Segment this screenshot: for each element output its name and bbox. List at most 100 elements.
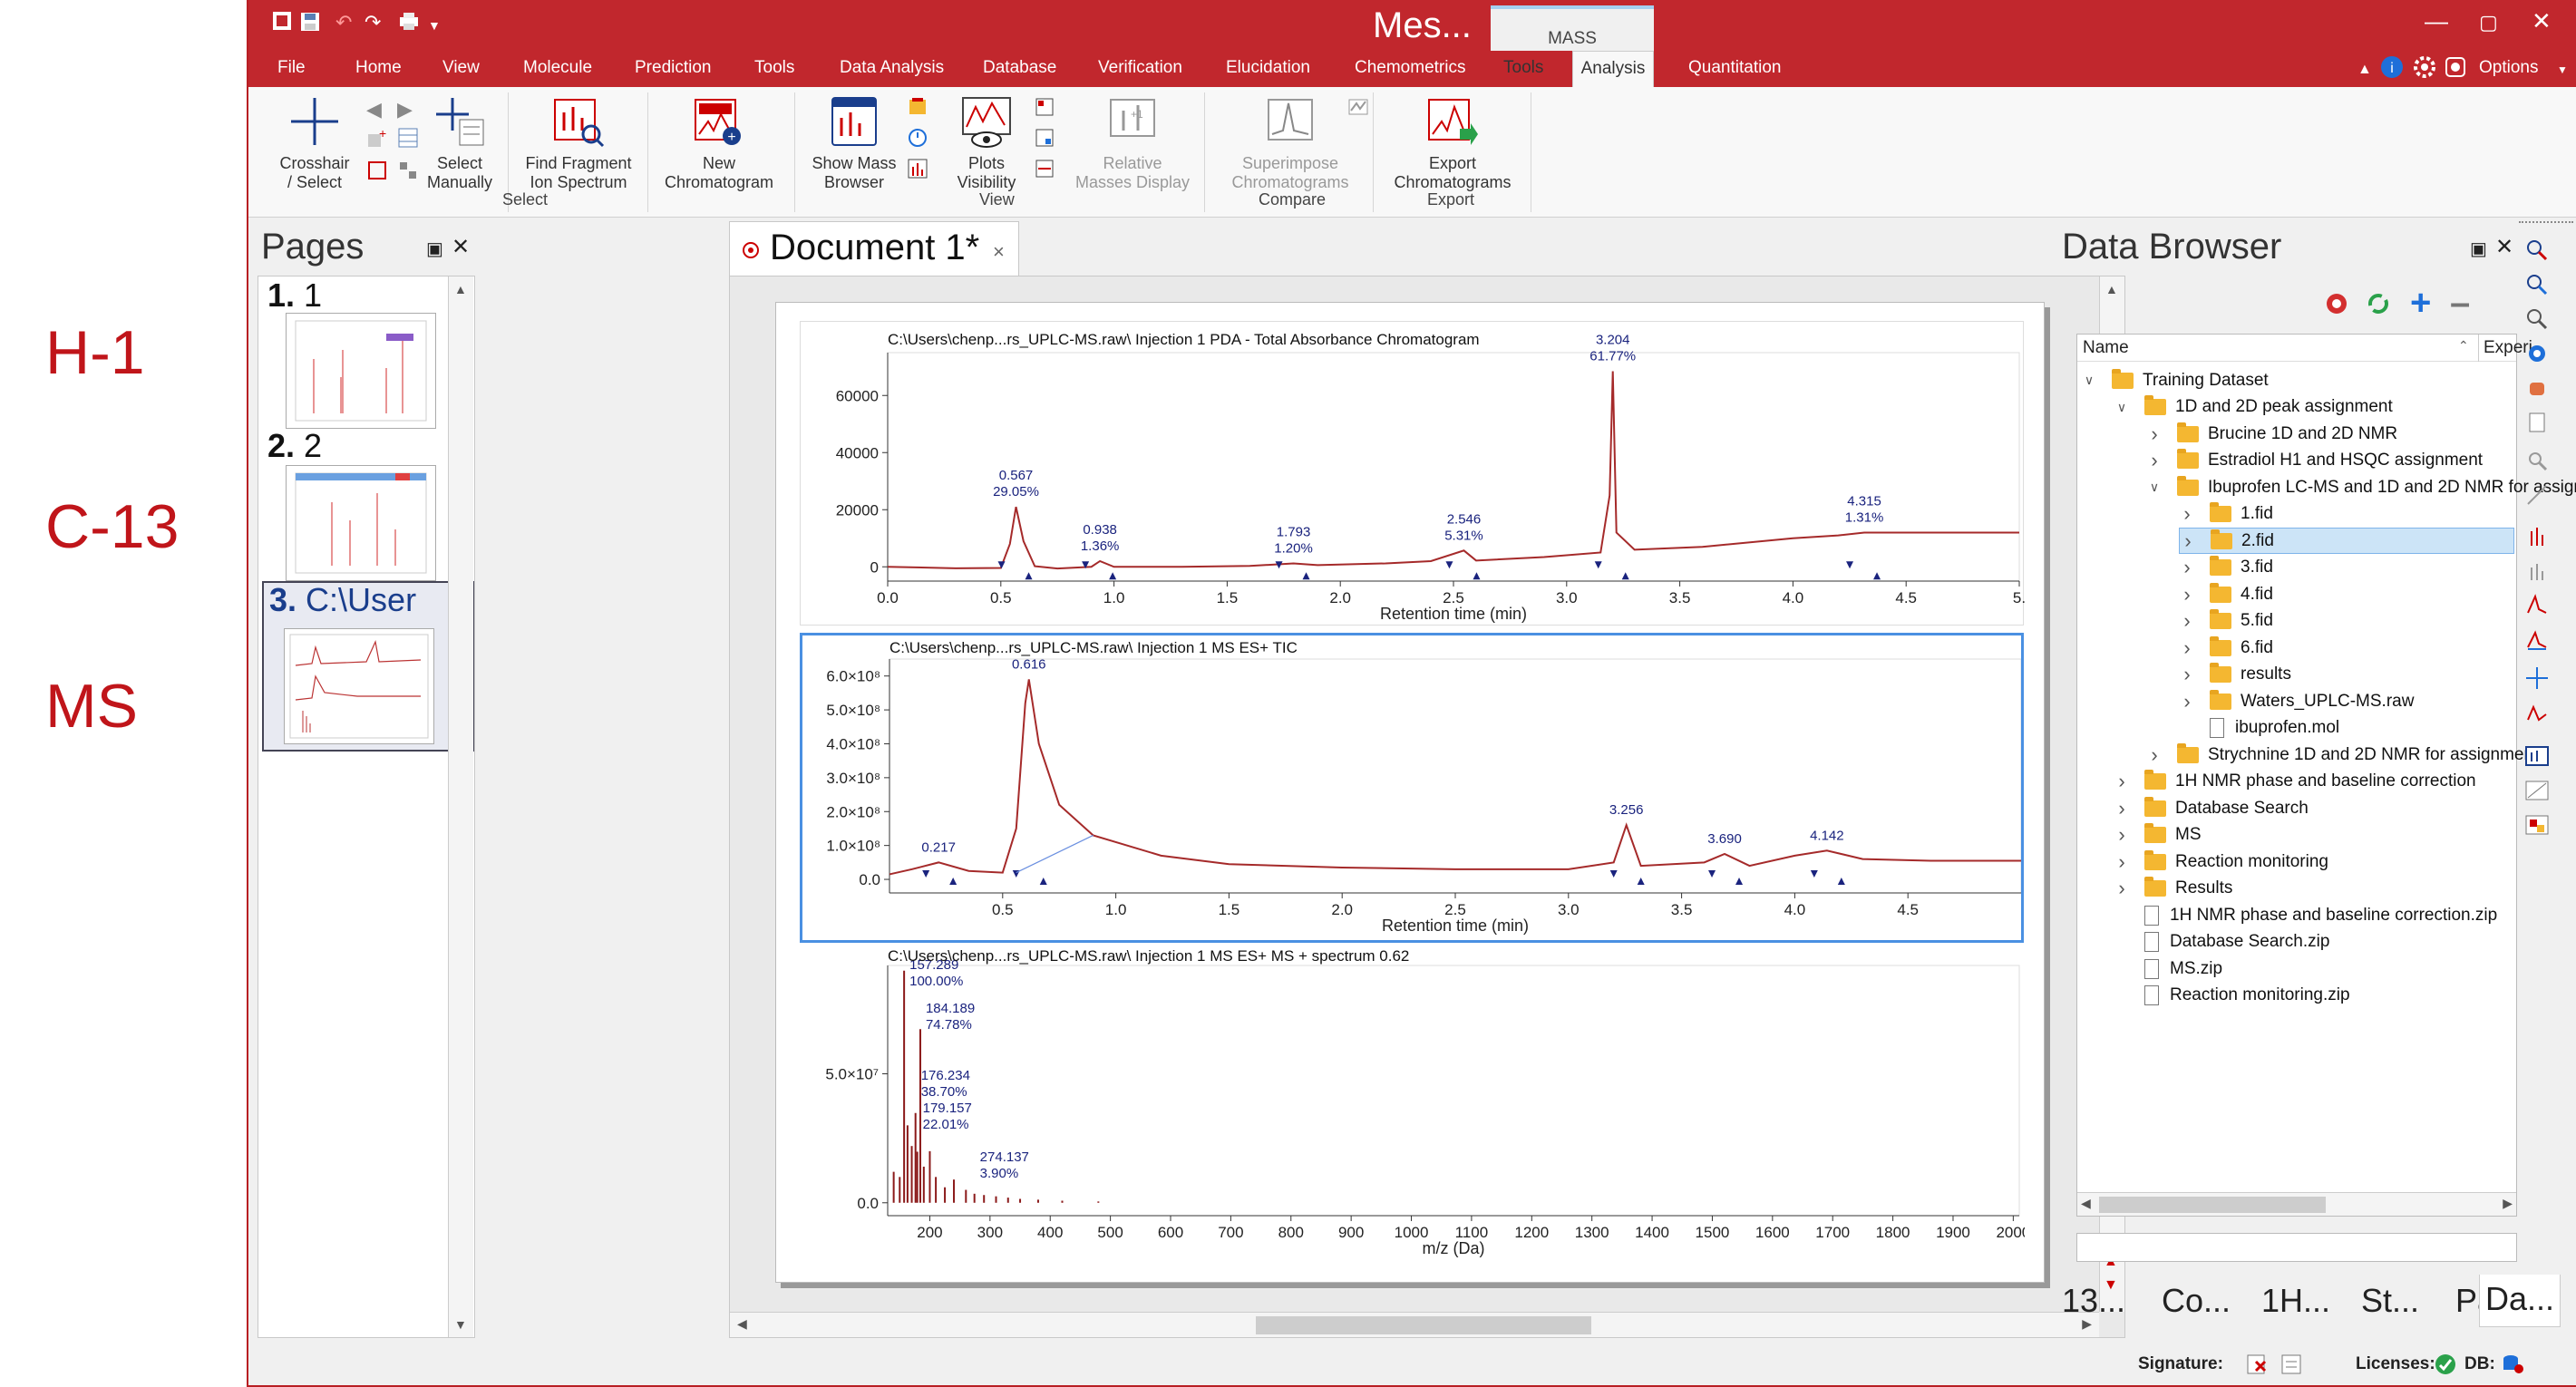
chevron-right-icon[interactable]: › — [2146, 743, 2163, 767]
add-peak-icon[interactable]: + — [366, 127, 388, 149]
help-icon[interactable]: i — [2379, 54, 2405, 85]
tree-hscroll-thumb[interactable] — [2099, 1197, 2326, 1213]
pages-close-icon[interactable]: ✕ — [452, 234, 470, 260]
tree-item[interactable]: ∨ Training Dataset — [2081, 367, 2269, 393]
chevron-right-icon[interactable]: › — [2179, 583, 2195, 606]
chevron-right-icon[interactable]: › — [2179, 636, 2195, 660]
tree-item[interactable]: MS.zip — [2114, 955, 2222, 982]
db-pin-icon[interactable]: ▣ — [2470, 238, 2487, 260]
tab-file[interactable]: File — [277, 58, 306, 78]
chevron-right-icon[interactable]: › — [2114, 770, 2130, 793]
integral-icon[interactable] — [2524, 558, 2550, 584]
chevron-right-icon[interactable]: › — [2179, 502, 2195, 526]
show-mass-browser-button[interactable]: Show Mass Browser — [800, 94, 909, 192]
db-status-icon[interactable] — [2501, 1353, 2524, 1376]
tree-scroll-left-icon[interactable]: ◀ — [2081, 1196, 2091, 1211]
cursor-icon[interactable] — [2524, 665, 2550, 691]
tree-item[interactable]: › 2.fid — [2179, 528, 2514, 554]
tree-item[interactable]: › 1H NMR phase and baseline correction — [2114, 769, 2476, 795]
page-item-3-selected[interactable]: 3. C:\User — [262, 581, 474, 752]
fit-icon[interactable] — [2524, 306, 2550, 332]
info-icon[interactable] — [2443, 54, 2468, 85]
scroll-down-icon[interactable]: ▼ — [454, 1317, 467, 1332]
tree-item[interactable]: ∨ Ibuprofen LC-MS and 1D and 2D NMR for a… — [2146, 474, 2576, 500]
chevron-down-icon[interactable]: ∨ — [2114, 400, 2130, 415]
close-icon[interactable]: ✕ — [2532, 7, 2552, 35]
grid-icon[interactable] — [397, 160, 419, 181]
page-item-1[interactable]: 1. 1 — [267, 276, 322, 315]
fit-peak-icon[interactable] — [2524, 627, 2550, 653]
tree-item[interactable]: › MS — [2114, 822, 2202, 849]
zoom-in-icon[interactable] — [2524, 238, 2550, 263]
minimize-icon[interactable]: — — [2425, 7, 2448, 35]
ms-spectrum-plot[interactable]: C:\Users\chenp...rs_UPLC-MS.raw\ Injecti… — [800, 947, 2030, 1269]
tree-item[interactable]: › 6.fid — [2179, 635, 2273, 661]
tree-item[interactable]: ibuprofen.mol — [2179, 715, 2339, 742]
stack-view-icon[interactable] — [2524, 743, 2550, 769]
page-item-2[interactable]: 2. 2 — [267, 427, 322, 465]
layout-icon-b[interactable] — [1034, 127, 1055, 149]
maximize-icon[interactable]: ▢ — [2479, 11, 2498, 34]
page-thumbnail-2[interactable] — [286, 465, 436, 581]
tree-scroll-right-icon[interactable]: ▶ — [2503, 1196, 2513, 1211]
tree-item[interactable]: 1H NMR phase and baseline correction.zip — [2114, 902, 2497, 928]
tree-item[interactable]: › Waters_UPLC-MS.raw — [2179, 688, 2414, 714]
multiplet-icon[interactable] — [2524, 593, 2550, 618]
tab-molecule[interactable]: Molecule — [523, 58, 592, 78]
tree-item[interactable]: › 4.fid — [2179, 581, 2273, 607]
tab-chemometrics[interactable]: Chemometrics — [1355, 58, 1465, 78]
data-browser-search[interactable] — [2076, 1233, 2517, 1262]
chevron-right-icon[interactable]: › — [2179, 556, 2195, 579]
chevron-right-icon[interactable]: › — [2179, 663, 2195, 686]
bottom-tab-13c[interactable]: 13... — [2062, 1282, 2125, 1320]
tab-quantitation[interactable]: Quantitation — [1688, 58, 1781, 78]
bottom-tab-1h[interactable]: 1H... — [2261, 1282, 2330, 1320]
chevron-right-icon[interactable]: › — [2146, 422, 2163, 446]
gear-icon[interactable] — [2412, 54, 2437, 85]
tree-hscrollbar[interactable]: ◀ ▶ — [2077, 1192, 2516, 1216]
options-menu[interactable]: Options — [2479, 58, 2538, 78]
tree-item[interactable]: › results — [2179, 662, 2291, 688]
relative-masses-button[interactable]: +1 Relative Masses Display — [1064, 94, 1201, 192]
scroll-up-icon[interactable]: ▲ — [454, 282, 467, 296]
baseline-icon[interactable] — [2524, 702, 2550, 727]
pin-icon[interactable]: ▣ — [426, 238, 443, 260]
compare-view-icon[interactable] — [2524, 778, 2550, 803]
db-close-icon[interactable]: ✕ — [2495, 234, 2513, 260]
tree-item[interactable]: › Strychnine 1D and 2D NMR for assignment — [2146, 742, 2538, 768]
spectrum-small-icon[interactable] — [907, 158, 928, 179]
hand-icon[interactable] — [2524, 375, 2550, 401]
tree-item[interactable]: › 1.fid — [2179, 501, 2273, 528]
signature-error-icon[interactable] — [2245, 1353, 2269, 1376]
license-ok-icon[interactable] — [2434, 1353, 2457, 1376]
bottom-tab-structure[interactable]: St... — [2361, 1282, 2419, 1320]
tab-database[interactable]: Database — [983, 58, 1056, 78]
col-name-header[interactable]: Name — [2083, 338, 2129, 358]
tab-view[interactable]: View — [442, 58, 480, 78]
tree-item[interactable]: › 5.fid — [2179, 608, 2273, 635]
tab-home[interactable]: Home — [355, 58, 402, 78]
options-dropdown-icon[interactable]: ▼ — [2557, 63, 2568, 76]
tree-item[interactable]: › Estradiol H1 and HSQC assignment — [2146, 448, 2483, 474]
tab-tools[interactable]: Tools — [754, 58, 794, 78]
ruler-icon[interactable] — [2524, 448, 2550, 473]
pda-chromatogram-plot[interactable]: C:\Users\chenp...rs_UPLC-MS.raw\ Injecti… — [800, 321, 2026, 626]
superimpose-button[interactable]: Superimpose Chromatograms — [1213, 94, 1367, 192]
redo-icon[interactable]: ↷ — [365, 11, 381, 34]
chevron-down-icon[interactable]: ∨ — [2081, 373, 2097, 388]
db-stop-icon[interactable] — [2325, 292, 2348, 315]
stack-icon[interactable] — [907, 96, 928, 118]
bottom-tab-data-browser[interactable]: Da... — [2479, 1275, 2561, 1327]
layout-icon-c[interactable] — [1034, 158, 1055, 179]
region-icon[interactable] — [366, 160, 388, 181]
select-manually-button[interactable]: Select Manually — [421, 94, 499, 192]
tree-item[interactable]: › Results — [2114, 876, 2232, 902]
document-tab[interactable]: Document 1* × — [729, 221, 1019, 276]
chevron-right-icon[interactable]: › — [2114, 823, 2130, 847]
tree-item[interactable]: Reaction monitoring.zip — [2114, 983, 2350, 1009]
bottom-tab-compound[interactable]: Co... — [2162, 1282, 2231, 1320]
plots-visibility-button[interactable]: Plots Visibility — [941, 94, 1032, 192]
db-refresh-icon[interactable] — [2367, 292, 2390, 315]
tic-chromatogram-plot[interactable]: C:\Users\chenp...rs_UPLC-MS.raw\ Injecti… — [800, 633, 2024, 943]
db-add-icon[interactable]: + — [2410, 283, 2431, 324]
